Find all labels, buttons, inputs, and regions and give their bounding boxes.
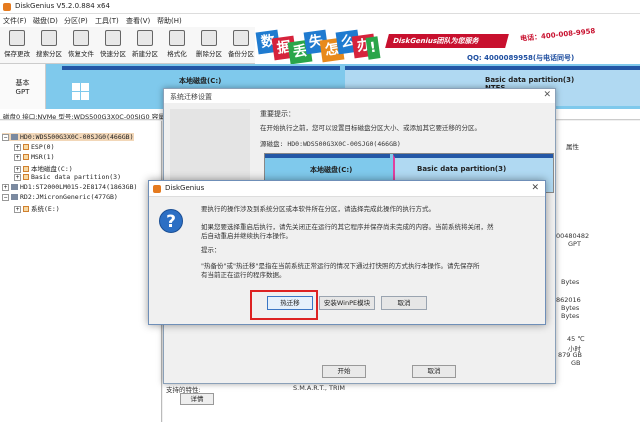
tree-item-disk0[interactable]: − HD0:WDS500G3X0C-00SJG0(466GB) <box>2 133 134 141</box>
tree-item-system-e[interactable]: + 系统(E:) <box>14 203 60 213</box>
partition-label: Basic data partition(3) <box>417 165 507 173</box>
migration-window-title: 系统迁移设置 <box>164 89 555 103</box>
new-partition-icon <box>137 30 153 46</box>
recover-files-icon <box>73 30 89 46</box>
menu-help[interactable]: 帮助(H) <box>157 16 182 26</box>
banner-qq: QQ: 4000089958(与电话同号) <box>467 54 575 62</box>
app-icon <box>153 185 161 193</box>
question-icon: ? <box>159 209 183 233</box>
dialog-title: DiskGenius <box>165 184 205 192</box>
tree-item-msr[interactable]: + MSR(1) <box>14 153 54 161</box>
value: 862016 <box>556 296 581 304</box>
expand-icon[interactable]: + <box>14 144 21 151</box>
menu-partition[interactable]: 分区(P) <box>64 16 88 26</box>
partition-icon <box>23 174 29 180</box>
backup-partition-button[interactable]: 备份分区 <box>224 29 258 61</box>
value: 00480482 <box>556 232 590 240</box>
delete-partition-icon <box>201 30 217 46</box>
partition-b-label: Basic data partition(3) <box>485 76 575 84</box>
dialog-line: 有当前正在运行的程序数据。 <box>201 271 286 279</box>
windows-logo-icon <box>72 83 90 101</box>
new-partition-button[interactable]: 新建分区 <box>128 29 162 61</box>
expand-icon[interactable]: + <box>14 174 21 181</box>
save-icon <box>9 30 25 46</box>
expand-icon[interactable]: + <box>14 206 21 213</box>
partition-icon <box>23 166 29 172</box>
disk-icon <box>11 184 18 190</box>
execution-mode-dialog: DiskGenius ✕ ? 要执行的操作涉及到系统分区或本软件所在分区，请选择… <box>148 180 546 325</box>
column-attr: 属性 <box>566 143 579 151</box>
disk-icon <box>11 194 18 200</box>
install-winpe-button[interactable]: 安装WinPE模块 <box>319 296 375 310</box>
search-partition-button[interactable]: 搜索分区 <box>32 29 66 61</box>
value: GB <box>571 359 581 367</box>
app-icon <box>3 3 11 11</box>
partition-label: 本地磁盘(C:) <box>310 166 353 174</box>
tree-item-esp[interactable]: + ESP(0) <box>14 143 54 151</box>
value: Bytes <box>561 312 580 320</box>
menu-tools[interactable]: 工具(T) <box>95 16 119 26</box>
start-button[interactable]: 开始 <box>322 365 366 378</box>
window-title: DiskGenius V5.2.0.884 x64 <box>15 2 110 10</box>
tree-item-disk2[interactable]: − RD2:JMicronGeneric(477GB) <box>2 193 118 201</box>
value: GPT <box>568 240 581 248</box>
banner-slogan: DiskGenius团队为您服务 <box>385 34 509 48</box>
tree-item-basic-data[interactable]: + Basic data partition(3) <box>14 173 121 181</box>
support-value: S.M.A.R.T., TRIM <box>293 384 346 392</box>
search-partition-icon <box>41 30 57 46</box>
delete-partition-button[interactable]: 删除分区 <box>192 29 226 61</box>
migration-tip-text: 在开始执行之前，您可以设置目标磁盘分区大小、或添加其它要迁移的分区。 <box>260 124 481 132</box>
ad-banner[interactable]: 数 据 丢 失 怎 么 办 ! DiskGenius团队为您服务 电话：400-… <box>255 27 640 64</box>
value: 45 ℃ <box>567 335 585 343</box>
menu-bar: 文件(F) 磁盘(D) 分区(P) 工具(T) 查看(V) 帮助(H) <box>0 14 640 27</box>
banner-char: ! <box>365 36 381 60</box>
partition-icon <box>23 206 29 212</box>
disk-icon <box>11 134 18 140</box>
value: 879 GB <box>558 351 582 359</box>
menu-file[interactable]: 文件(F) <box>3 16 27 26</box>
migration-cancel-button[interactable]: 取消 <box>412 365 456 378</box>
source-disk-label: 源磁盘: HD0:WDS500G3X0C-00SJG0(466GB) <box>260 140 401 148</box>
tree-item-disk1[interactable]: + HD1:ST2000LM015-2E8174(1863GB) <box>2 183 137 191</box>
dialog-line: 提示： <box>201 246 221 254</box>
partition-icon <box>23 154 29 160</box>
collapse-icon[interactable]: − <box>2 194 9 201</box>
dialog-line: 后自动重启并继续执行本操作。 <box>201 232 292 240</box>
format-button[interactable]: 格式化 <box>160 29 194 61</box>
expand-icon[interactable]: + <box>14 166 21 173</box>
dialog-title-bar: DiskGenius ✕ <box>149 181 545 197</box>
recover-files-button[interactable]: 恢复文件 <box>64 29 98 61</box>
banner-phone: 电话：400-008-9958 <box>519 27 596 43</box>
disk-style: GPT <box>15 88 30 96</box>
close-icon[interactable]: ✕ <box>531 183 539 193</box>
quick-partition-icon <box>105 30 121 46</box>
expand-icon[interactable]: + <box>2 184 9 191</box>
partition-c-label: 本地磁盘(C:) <box>179 77 222 85</box>
title-bar: DiskGenius V5.2.0.884 x64 <box>0 0 640 14</box>
menu-disk[interactable]: 磁盘(D) <box>33 16 58 26</box>
value: Bytes <box>561 304 580 312</box>
backup-partition-icon <box>233 30 249 46</box>
dialog-line: 要执行的操作涉及到系统分区或本软件所在分区，请选择完成此操作的执行方式。 <box>201 205 435 213</box>
menu-view[interactable]: 查看(V) <box>126 16 150 26</box>
dialog-cancel-button[interactable]: 取消 <box>381 296 427 310</box>
value: Bytes <box>561 278 580 286</box>
format-icon <box>169 30 185 46</box>
collapse-icon[interactable]: − <box>2 134 9 141</box>
close-icon[interactable]: ✕ <box>543 90 551 100</box>
highlight-box <box>250 290 318 320</box>
disk-tree: − HD0:WDS500G3X0C-00SJG0(466GB) + ESP(0) +… <box>0 121 162 422</box>
disk-type-box: 基本 GPT <box>0 64 46 109</box>
tree-item-c[interactable]: + 本地磁盘(C:) <box>14 163 73 173</box>
migration-tip-title: 重要提示： <box>260 110 295 118</box>
quick-partition-button[interactable]: 快速分区 <box>96 29 130 61</box>
details-button[interactable]: 详情 <box>180 393 214 405</box>
save-button[interactable]: 保存更改 <box>0 29 34 61</box>
disk-type: 基本 <box>15 79 30 87</box>
partition-icon <box>23 144 29 150</box>
expand-icon[interactable]: + <box>14 154 21 161</box>
